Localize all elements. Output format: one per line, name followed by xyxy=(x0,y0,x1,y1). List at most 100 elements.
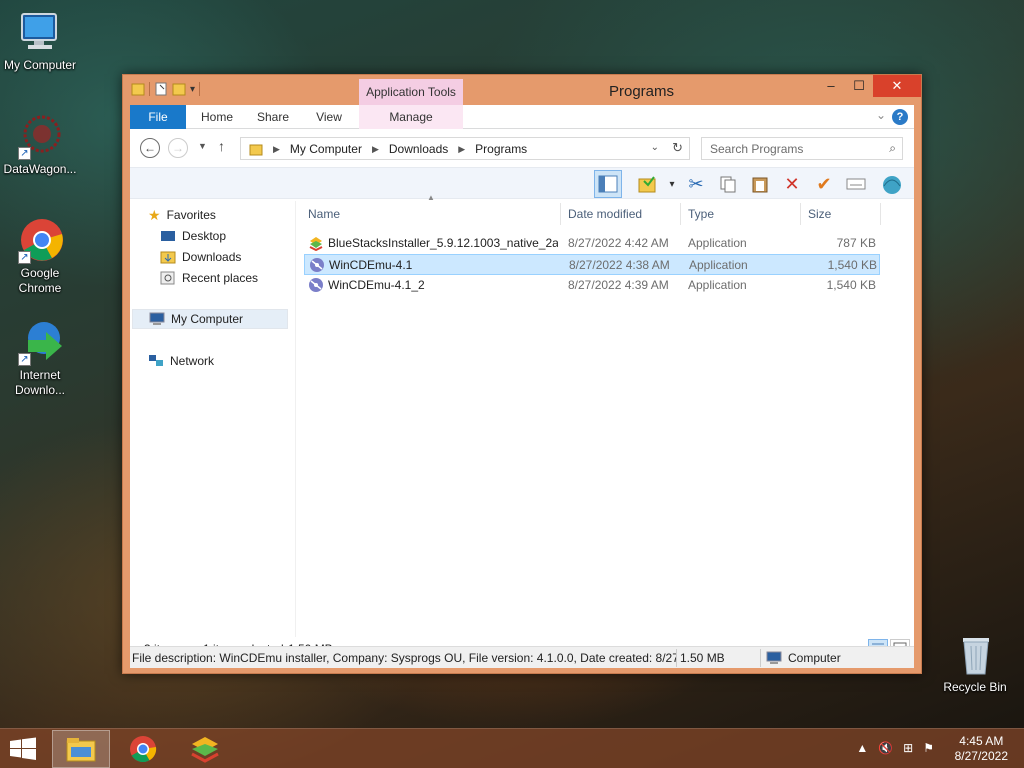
taskbar-file-explorer[interactable] xyxy=(52,730,110,768)
sidebar-item-downloads[interactable]: Downloads xyxy=(160,247,241,267)
clock[interactable]: 4:45 AM 8/27/2022 xyxy=(955,734,1008,764)
file-row[interactable]: BlueStacksInstaller_5.9.12.1003_native_2… xyxy=(304,233,880,254)
sidebar-item-label: Desktop xyxy=(182,229,227,243)
file-explorer-icon xyxy=(66,738,96,762)
clock-date: 8/27/2022 xyxy=(954,749,1008,763)
quick-access-toolbar: ▾ xyxy=(131,81,201,97)
desktop-icon xyxy=(161,231,175,241)
file-size: 1,540 KB xyxy=(826,278,876,292)
volume-muted-icon[interactable]: 🔇 xyxy=(878,741,893,755)
column-header-date-modified[interactable]: Date modified xyxy=(564,201,680,227)
search-icon[interactable]: ⌕ xyxy=(889,141,896,156)
minimize-button[interactable]: – xyxy=(817,75,845,97)
chrome-icon xyxy=(130,736,157,763)
bluestacks-icon xyxy=(191,737,219,763)
refresh-icon[interactable]: ↻ xyxy=(672,140,683,156)
maximize-button[interactable]: ☐ xyxy=(845,75,873,97)
window-controls: – ☐ ✕ xyxy=(817,75,921,97)
shell-icon[interactable] xyxy=(878,170,906,198)
column-divider[interactable] xyxy=(560,203,561,225)
navigation-pane: ★ Favorites Desktop Downloads Recent pla… xyxy=(130,201,296,637)
new-folder-icon[interactable] xyxy=(172,81,186,97)
breadcrumb-my-computer[interactable]: My Computer xyxy=(290,142,362,156)
copy-icon[interactable] xyxy=(714,170,742,198)
desktop-icon-internet-download[interactable]: ↗ Internet Downlo... xyxy=(0,318,80,398)
breadcrumb-separator-icon[interactable]: ▶ xyxy=(372,144,379,155)
action-center-icon[interactable]: ⚑ xyxy=(923,741,934,755)
delete-icon[interactable]: ✕ xyxy=(778,170,806,198)
breadcrumb-programs[interactable]: Programs xyxy=(475,142,527,156)
sidebar-item-recent-places[interactable]: Recent places xyxy=(160,268,258,288)
chevron-down-icon[interactable]: ⌄ xyxy=(876,108,886,122)
column-divider[interactable] xyxy=(680,203,681,225)
desktop-icon-label: Google Chrome xyxy=(18,266,62,295)
cut-icon[interactable]: ✂ xyxy=(682,170,710,198)
downloads-folder-icon xyxy=(160,251,176,264)
desktop-icon-google-chrome[interactable]: ↗ Google Chrome xyxy=(0,216,80,296)
desktop-icon-datawagon[interactable]: ↗ DataWagon... xyxy=(0,112,80,177)
zone-label: Computer xyxy=(788,651,841,665)
column-divider[interactable] xyxy=(800,203,801,225)
title-bar[interactable]: ▾ Application Tools Programs – ☐ ✕ xyxy=(123,75,921,105)
divider xyxy=(149,82,150,96)
column-header-name[interactable]: Name xyxy=(304,201,560,227)
tab-manage[interactable]: Manage xyxy=(359,105,463,129)
file-row[interactable]: WinCDEmu-4.1_2 8/27/2022 4:39 AM Applica… xyxy=(304,275,880,296)
address-bar[interactable]: ▶ My Computer ▶ Downloads ▶ Programs ⌄ ↻ xyxy=(240,137,690,160)
file-list: ▲ Name Date modified Type Size BlueStack… xyxy=(304,193,908,637)
desktop-icon-my-computer[interactable]: My Computer xyxy=(0,8,80,73)
desktop-icon-recycle-bin[interactable]: Recycle Bin xyxy=(935,630,1015,695)
column-header-size[interactable]: Size xyxy=(804,201,880,227)
network-icon xyxy=(149,355,163,366)
file-type: Application xyxy=(689,258,748,272)
help-icon[interactable]: ? xyxy=(892,109,908,125)
sidebar-item-favorites[interactable]: ★ Favorites xyxy=(148,205,216,225)
up-button[interactable]: ↑ xyxy=(218,138,225,154)
computer-icon xyxy=(149,312,165,325)
sidebar-item-label: Favorites xyxy=(166,208,216,222)
breadcrumb-separator-icon[interactable]: ▶ xyxy=(273,144,280,155)
tab-view[interactable]: View xyxy=(304,105,354,129)
explorer-client: ← → ▼ ↑ ▶ My Computer ▶ Downloads ▶ Prog… xyxy=(130,129,914,668)
column-divider[interactable] xyxy=(880,203,881,225)
tab-file[interactable]: File xyxy=(130,105,186,129)
divider xyxy=(199,82,201,96)
file-type: Application xyxy=(688,278,747,292)
rename-icon[interactable]: ✔ xyxy=(810,170,838,198)
show-hidden-icons-icon[interactable]: ▲ xyxy=(856,741,868,755)
shortcut-arrow-icon: ↗ xyxy=(18,353,31,366)
taskbar-chrome[interactable] xyxy=(114,730,172,768)
breadcrumb-separator-icon[interactable]: ▶ xyxy=(458,144,465,155)
paste-icon[interactable] xyxy=(746,170,774,198)
back-button[interactable]: ← xyxy=(140,138,160,158)
tab-share[interactable]: Share xyxy=(248,105,298,129)
network-icon[interactable]: ⊞ xyxy=(903,741,913,755)
preview-pane-icon[interactable] xyxy=(594,170,622,198)
properties-icon[interactable] xyxy=(842,170,870,198)
search-input[interactable]: Search Programs xyxy=(710,142,803,156)
folder-icon[interactable] xyxy=(131,81,145,97)
sidebar-item-desktop[interactable]: Desktop xyxy=(160,226,226,246)
address-dropdown-icon[interactable]: ⌄ xyxy=(651,142,659,153)
recycle-bin-icon xyxy=(951,630,999,678)
sidebar-item-my-computer[interactable]: My Computer xyxy=(132,309,288,329)
tab-home[interactable]: Home xyxy=(192,105,242,129)
recent-locations-icon[interactable]: ▼ xyxy=(198,141,207,151)
taskbar-bluestacks[interactable] xyxy=(176,730,234,768)
file-row-selected[interactable]: WinCDEmu-4.1 8/27/2022 4:38 AM Applicati… xyxy=(304,254,880,275)
start-button[interactable] xyxy=(8,737,38,761)
application-tools-header: Application Tools xyxy=(359,79,463,105)
close-button[interactable]: ✕ xyxy=(873,75,921,97)
star-icon: ★ xyxy=(148,207,161,223)
customize-qat-icon[interactable]: ▾ xyxy=(190,84,195,95)
bluestacks-icon xyxy=(309,237,323,251)
search-box[interactable]: Search Programs ⌕ xyxy=(701,137,903,160)
properties-icon[interactable] xyxy=(154,81,168,97)
file-type: Application xyxy=(688,236,747,250)
forward-button[interactable]: → xyxy=(168,138,188,158)
wincdemu-icon xyxy=(309,278,323,292)
sidebar-item-network[interactable]: Network xyxy=(148,351,214,371)
column-header-type[interactable]: Type xyxy=(684,201,800,227)
breadcrumb-downloads[interactable]: Downloads xyxy=(389,142,448,156)
divider xyxy=(676,649,677,667)
